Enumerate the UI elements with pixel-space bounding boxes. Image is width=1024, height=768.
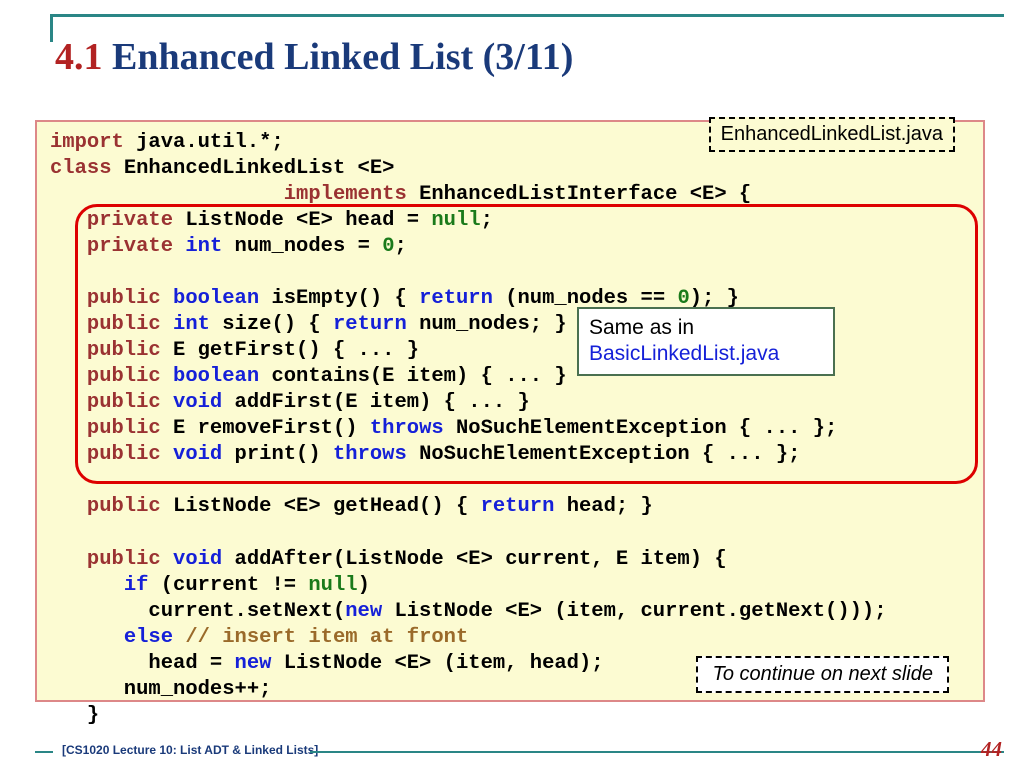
header-left-tick xyxy=(50,14,53,42)
annotation-line1: Same as in xyxy=(589,316,694,339)
header-top-rule xyxy=(50,14,1004,17)
footer-rule-left xyxy=(35,751,53,753)
annotation-box: Same as in BasicLinkedList.java xyxy=(577,307,835,376)
slide-title: 4.1 Enhanced Linked List (3/11) xyxy=(55,35,573,79)
continue-note: To continue on next slide xyxy=(696,656,949,693)
annotation-line2: BasicLinkedList.java xyxy=(589,342,779,365)
code-body: import java.util.*; class EnhancedLinked… xyxy=(50,130,887,729)
title-text: Enhanced Linked List (3/11) xyxy=(103,36,574,78)
footer-rule-right xyxy=(310,751,1004,753)
page-number: 44 xyxy=(981,737,1002,762)
footer-text: [CS1020 Lecture 10: List ADT & Linked Li… xyxy=(62,743,318,757)
file-name-label: EnhancedLinkedList.java xyxy=(709,117,955,152)
code-listing: EnhancedLinkedList.java import java.util… xyxy=(35,120,985,702)
title-num: 4.1 xyxy=(55,36,103,78)
